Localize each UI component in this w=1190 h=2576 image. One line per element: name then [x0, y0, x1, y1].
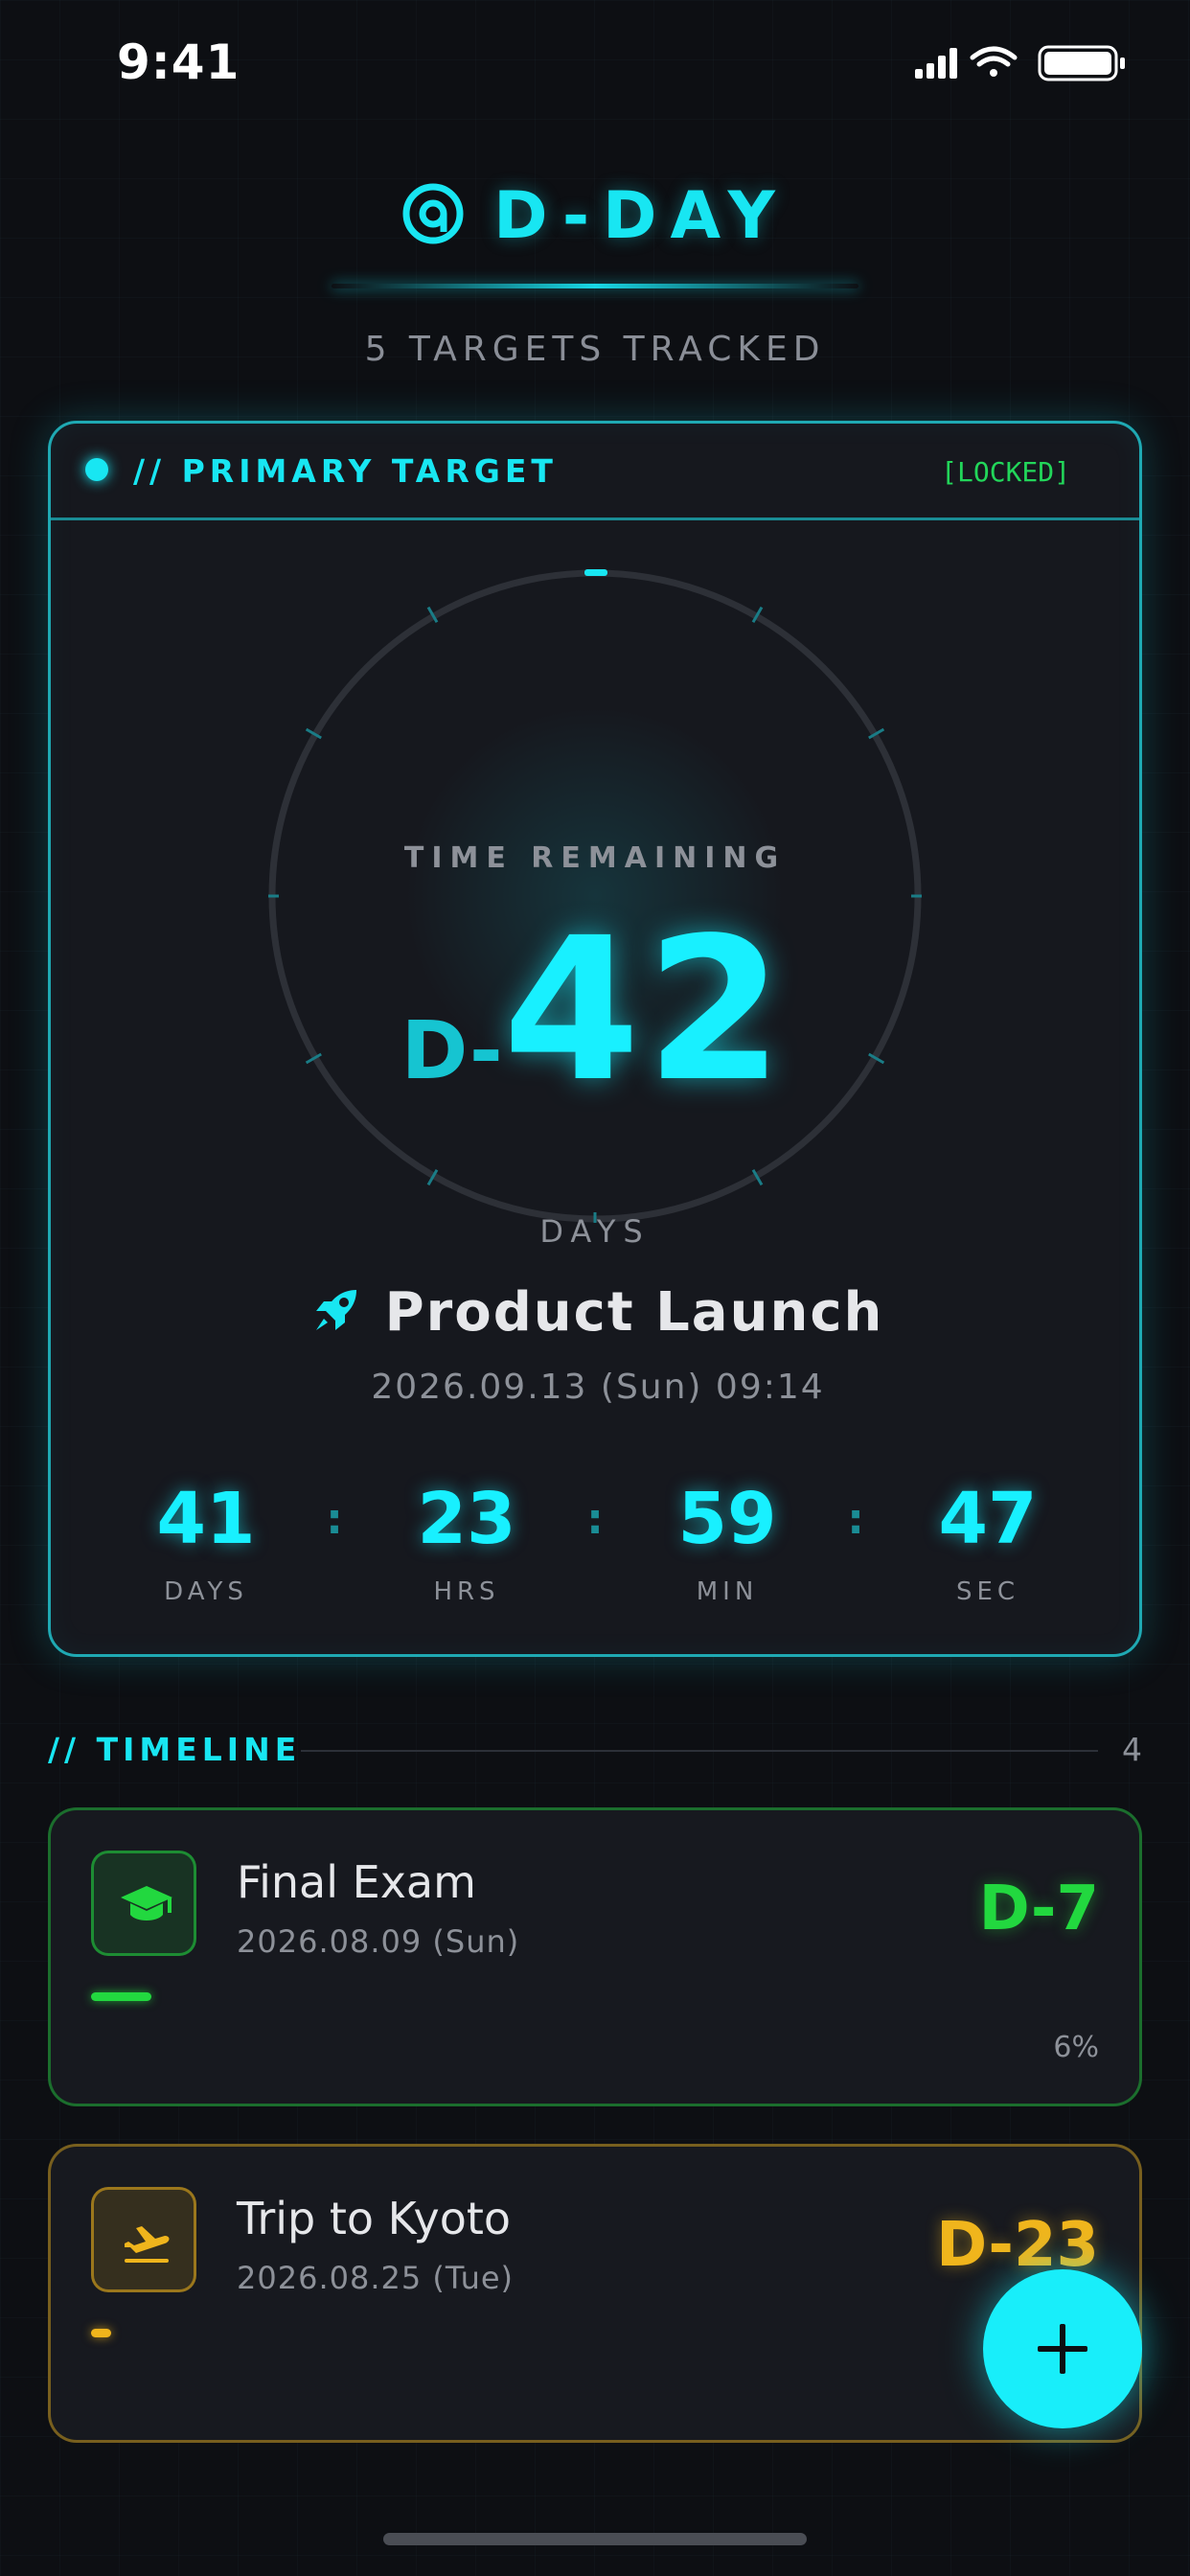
countdown-separator: : [847, 1495, 864, 1544]
timeline-divider [301, 1750, 1098, 1752]
item-percent: 6% [1053, 2031, 1099, 2064]
item-title: Final Exam [237, 1856, 476, 1908]
days-unit-label: DAYS [539, 1213, 651, 1250]
locked-tag: [LOCKED] [941, 456, 1070, 488]
item-date: 2026.08.09 (Sun) [237, 1923, 520, 1960]
add-event-button[interactable] [983, 2269, 1142, 2428]
primary-target-label: // PRIMARY TARGET [133, 452, 558, 490]
dday-number: 42 [502, 895, 790, 1125]
countdown-label: MIN [696, 1577, 759, 1606]
title-underline [332, 284, 858, 288]
dday-prefix: D- [400, 1003, 503, 1097]
item-icon-box [91, 2187, 196, 2292]
battery-icon [1038, 45, 1125, 81]
countdown-seconds: 47 SEC [892, 1478, 1084, 1606]
dday-display: D-42 [268, 895, 922, 1125]
event-title-row: Product Launch [51, 1281, 1139, 1344]
status-time: 9:41 [117, 34, 240, 90]
primary-target-card[interactable]: // PRIMARY TARGET [LOCKED] TIME REMAININ… [48, 421, 1142, 1657]
time-remaining-label: TIME REMAINING [403, 841, 787, 875]
item-icon-box [91, 1851, 196, 1956]
target-icon [402, 183, 464, 244]
plus-icon [1038, 2324, 1087, 2374]
countdown-dial: TIME REMAINING D-42 DAYS [268, 569, 922, 1250]
countdown-value: 41 [156, 1478, 256, 1560]
status-icons [915, 45, 1125, 81]
plane-departure-icon [125, 2226, 170, 2263]
wifi-icon [970, 46, 1018, 77]
event-datetime: 2026.09.13 (Sun) 09:14 [371, 1368, 825, 1407]
item-title: Trip to Kyoto [237, 2193, 512, 2244]
card-header: // PRIMARY TARGET [LOCKED] [51, 424, 1139, 520]
countdown-separator: : [586, 1495, 604, 1544]
timeline-item-trip-to-kyoto[interactable]: Trip to Kyoto 2026.08.25 (Tue) D-23 [48, 2144, 1142, 2443]
signal-icon [915, 48, 957, 79]
countdown-label: SEC [955, 1577, 1020, 1606]
countdown-value: 23 [417, 1478, 516, 1560]
home-indicator [383, 2533, 807, 2545]
event-title: Product Launch [384, 1281, 884, 1344]
targets-tracked-subtitle: 5 TARGETS TRACKED [364, 330, 826, 369]
app-title: D-DAY [0, 178, 1190, 254]
countdown-hours: 23 HRS [371, 1478, 562, 1606]
item-progress-bar [91, 2329, 111, 2337]
status-dot [85, 458, 108, 481]
rocket-icon [315, 1290, 356, 1330]
countdown-value: 59 [677, 1478, 777, 1560]
countdown-label: DAYS [164, 1577, 248, 1606]
item-dday: D-7 [978, 1874, 1099, 1944]
countdown-separator: : [326, 1495, 343, 1544]
app-title-text: D-DAY [493, 178, 789, 254]
countdown-label: HRS [433, 1577, 500, 1606]
countdown-value: 47 [938, 1478, 1038, 1560]
item-progress-bar [91, 1992, 151, 2001]
countdown-minutes: 59 MIN [631, 1478, 823, 1606]
timeline-count: 4 [1122, 1731, 1142, 1768]
graduation-cap-icon [121, 1886, 172, 1920]
countdown-days: 41 DAYS [110, 1478, 302, 1606]
timeline-item-final-exam[interactable]: Final Exam 2026.08.09 (Sun) D-7 6% [48, 1807, 1142, 2106]
timeline-label: // TIMELINE [48, 1731, 302, 1768]
item-date: 2026.08.25 (Tue) [237, 2260, 515, 2296]
